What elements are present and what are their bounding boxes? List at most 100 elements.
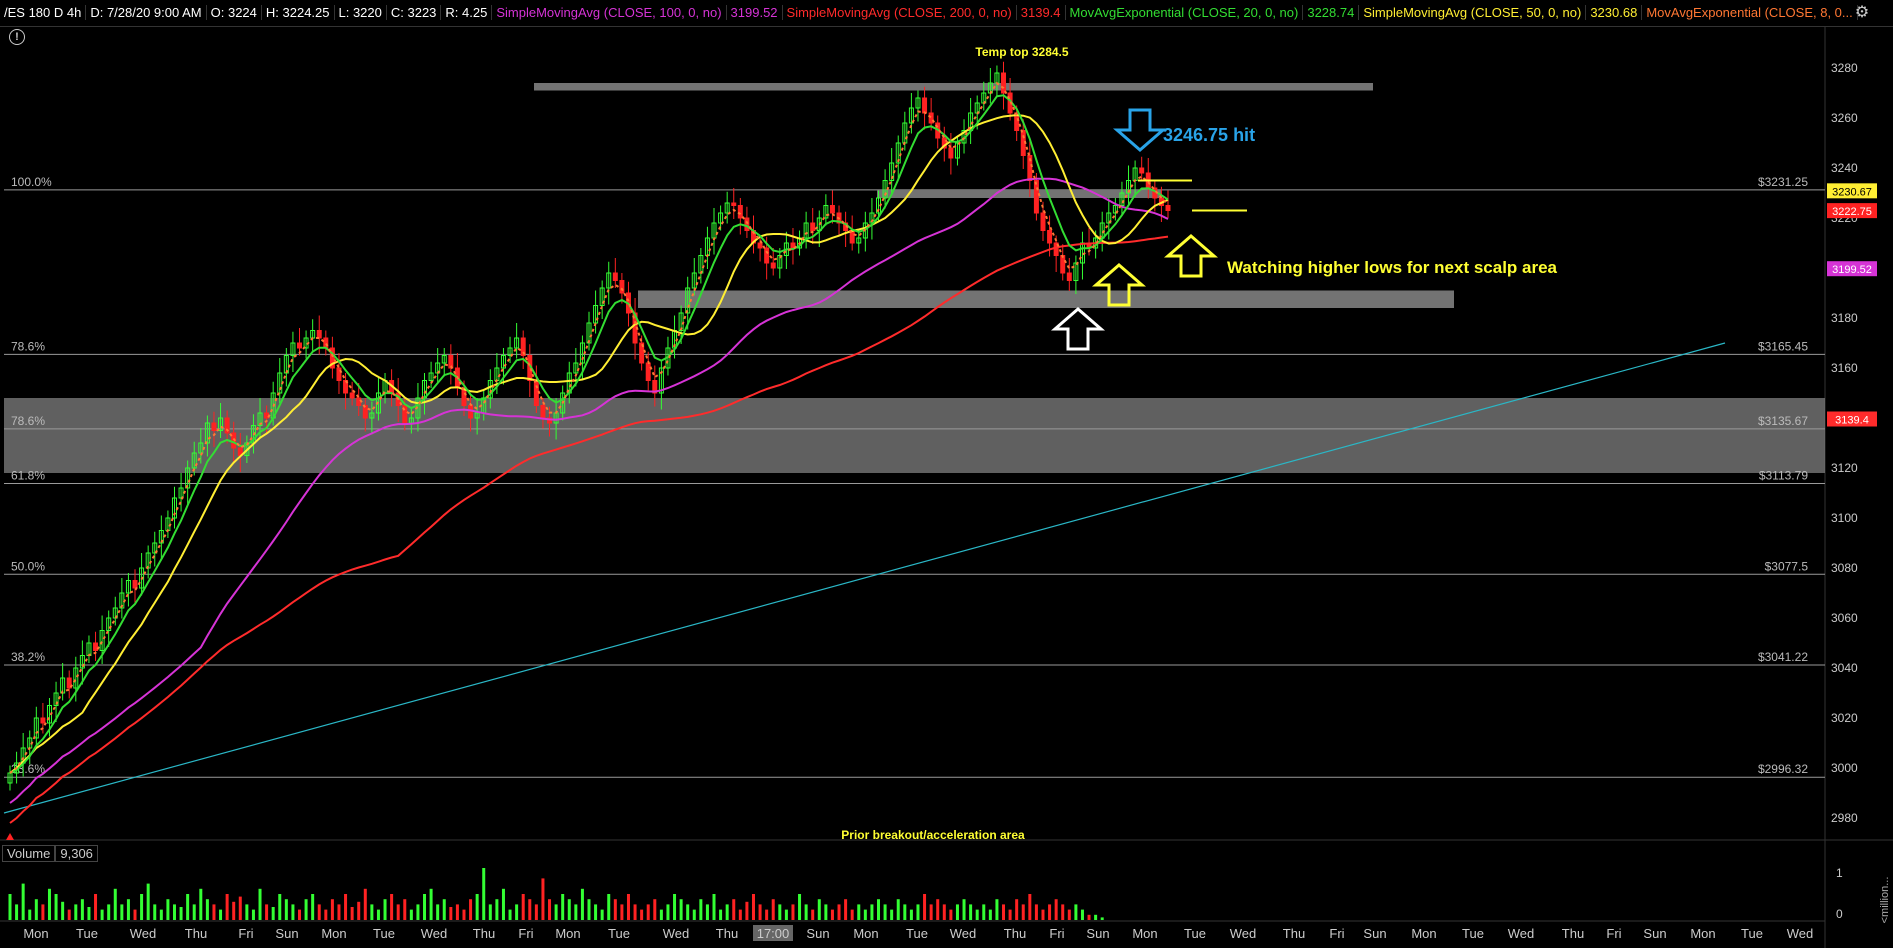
watching-label: Watching higher lows for next scalp area [1227,258,1558,277]
x-tick-label: Mon [853,926,878,941]
x-tick-label: Thu [1562,926,1584,941]
volume-bar [298,909,301,920]
volume-bar [534,904,538,920]
volume-bar [47,888,51,920]
volume-bar [80,899,84,920]
y-tick-label: 3120 [1831,461,1858,475]
fib-pct-label: 38.2% [11,650,45,664]
indicator-value: 3199.52 [726,5,783,20]
symbol-label[interactable]: /ES 180 D 4h [0,5,87,20]
x-tick-label: Fri [1606,926,1621,941]
volume-bar [686,904,690,920]
volume-bar [28,909,32,920]
volume-bar [587,899,591,920]
indicator-label[interactable]: SimpleMovingAvg (CLOSE, 100, 0, no) [492,5,727,20]
candle-body [829,205,835,214]
candle-body [1047,230,1053,244]
fib-pct-label: 78.6% [11,414,45,428]
volume-bar [100,909,104,920]
volume-bar [699,899,703,920]
y-tick-label: 3180 [1831,311,1858,325]
indicator-label[interactable]: MovAvgExponential (CLOSE, 8, 0... [1642,5,1858,20]
volume-bar [929,904,933,920]
candle-body [612,272,618,281]
volume-bar [725,904,729,920]
support-zone [534,83,1373,91]
volume-bar [337,904,341,920]
volume-bar [232,901,236,920]
volume-bar [172,904,176,920]
volume-bar [653,899,657,920]
volume-bar [87,907,91,920]
info-icon[interactable]: ! [9,29,25,45]
volume-bar [330,899,334,920]
candle-body [533,380,539,406]
candle-body [737,205,743,219]
y-tick-label: 3020 [1831,711,1858,725]
volume-bar [600,909,604,920]
volume-bar [1054,899,1058,920]
volume-bar [1080,909,1084,920]
volume-bar [350,907,354,920]
x-tick-label: Thu [185,926,207,941]
volume-title: Volume [2,845,56,862]
fib-price-label: $3077.5 [1765,559,1809,573]
indicator-label[interactable]: SimpleMovingAvg (CLOSE, 50, 0, no) [1359,5,1587,20]
volume-bar [8,894,12,920]
volume-bar [363,888,367,920]
open-readout: O: 3224 [206,5,262,20]
volume-bar [1015,899,1019,920]
chart-header: /ES 180 D 4h D: 7/28/20 9:00 AM O: 3224 H: … [0,0,1893,27]
volume-bar [107,904,111,920]
candle-body [93,642,99,651]
volume-bar [705,904,709,920]
volume-bar [955,904,959,920]
volume-bar [324,909,328,920]
indicator-label[interactable]: SimpleMovingAvg (CLOSE, 200, 0, no) [782,5,1017,20]
x-tick-label: Tue [1741,926,1763,941]
volume-bar [850,909,854,920]
high-readout: H: 3224.25 [261,5,335,20]
volume-bar [15,904,19,920]
x-tick-label: 17:00 [757,926,790,941]
volume-bar [692,909,696,920]
candle-body [468,405,474,419]
x-tick-label: Mon [555,926,580,941]
x-tick-label: Fri [1049,926,1064,941]
volume-bar [580,888,584,920]
volume-bar [205,899,209,920]
volume-bar [745,901,749,920]
volume-bar [765,909,769,920]
gear-icon[interactable]: ⚙ [1851,3,1873,23]
volume-bar [712,894,716,920]
volume-bar [969,904,973,920]
candle-body [770,262,776,269]
indicator-label[interactable]: MovAvgExponential (CLOSE, 20, 0, no) [1065,5,1304,20]
x-tick-label: Fri [238,926,253,941]
volume-bar [442,899,446,920]
volume-bar [817,899,821,920]
volume-bar [508,909,512,920]
chart-canvas[interactable]: 100.0% $3231.25 78.6% $3165.45 78.6% $3135.67… [0,0,1893,948]
volume-bar [357,901,361,920]
volume-bar [883,904,887,920]
volume-bar [403,899,407,920]
x-tick-label: Mon [1411,926,1436,941]
chart-area[interactable]: 100.0% $3231.25 78.6% $3165.45 78.6% $3135.67… [0,0,1893,948]
candle-body [540,405,546,419]
x-tick-label: Sun [806,926,829,941]
candle-body [211,422,217,431]
fib-price-label: $3165.45 [1758,339,1808,353]
volume-bar [758,904,762,920]
volume-bar [396,904,400,920]
volume-bar [567,899,571,920]
y-tick-label: 3060 [1831,611,1858,625]
volume-bar [982,904,986,920]
candle-body [1139,167,1145,174]
volume-bar [548,899,552,920]
y-tick-label: 3160 [1831,361,1858,375]
volume-bar [962,899,966,920]
volume-bar [751,894,755,920]
volume-bar [140,894,144,920]
volume-bar [771,899,775,920]
